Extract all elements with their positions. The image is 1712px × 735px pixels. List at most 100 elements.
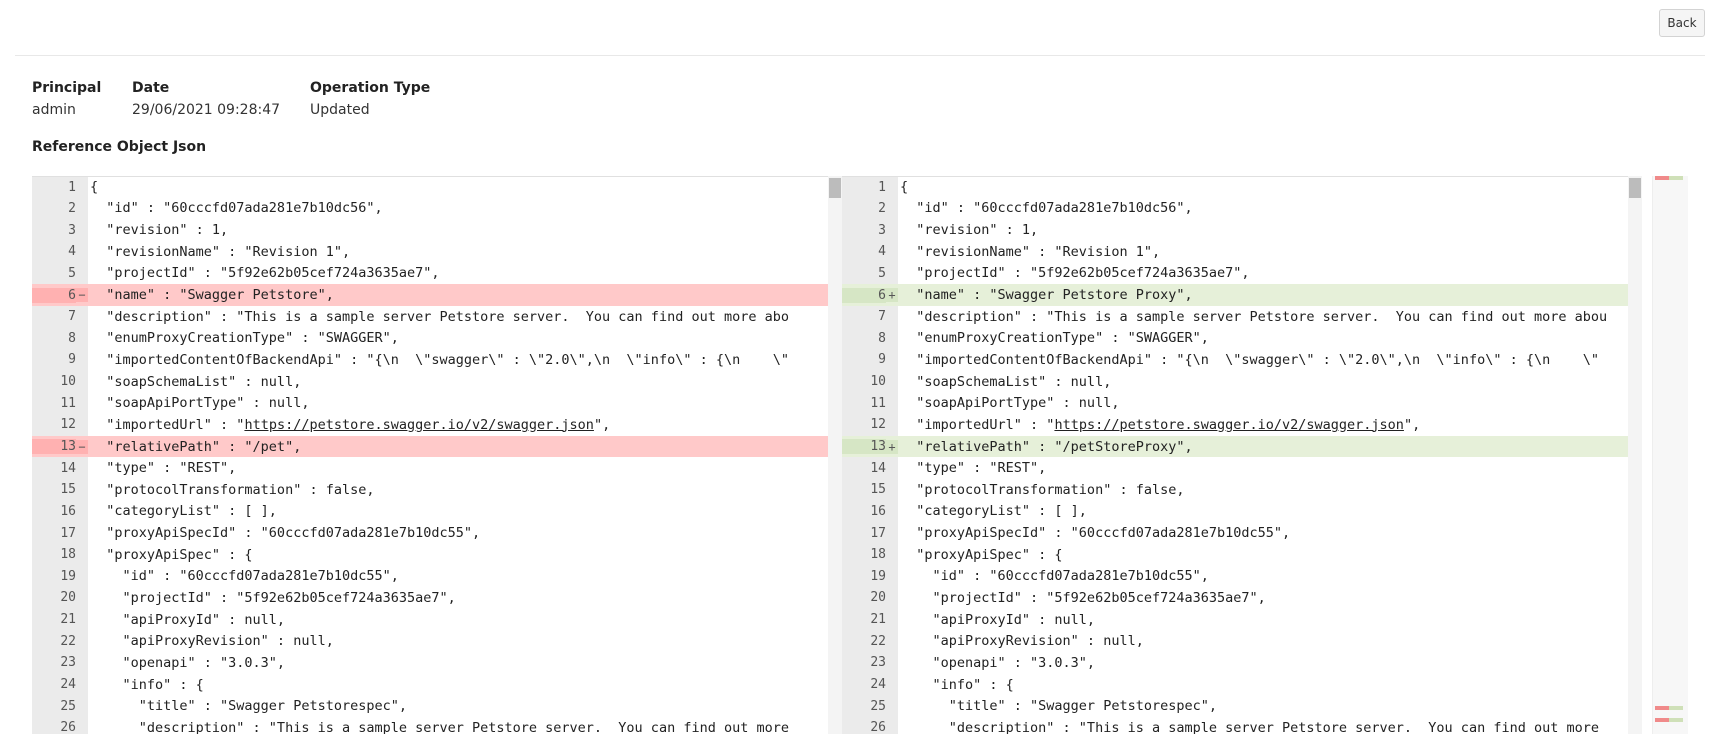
code-line: 18 "proxyApiSpec" : { — [32, 544, 842, 566]
code-line: 19 "id" : "60cccfd07ada281e7b10dc55", — [842, 566, 1642, 588]
code-text: "apiProxyId" : null, — [900, 611, 1096, 628]
line-number: 25 — [870, 698, 886, 714]
line-number: 11 — [870, 395, 886, 411]
code-lines: 1{2 "id" : "60cccfd07ada281e7b10dc56", 3 … — [32, 176, 842, 734]
code-text: "description" : "This is a sample server… — [900, 719, 1599, 734]
line-number: 14 — [870, 460, 886, 476]
line-number: 10 — [60, 374, 76, 390]
back-button[interactable]: Back — [1659, 9, 1705, 37]
code-text: { — [90, 179, 99, 196]
code-text: "proxyApiSpec" : { — [90, 546, 253, 563]
code-text: "type" : "REST", — [900, 460, 1047, 477]
date-label: Date — [132, 80, 170, 96]
code-line: 21 "apiProxyId" : null, — [32, 609, 842, 631]
line-number: 17 — [870, 525, 886, 541]
code-text: "id" : "60cccfd07ada281e7b10dc56", — [900, 200, 1193, 217]
line-number: 6 — [32, 287, 76, 303]
url-link[interactable]: https://petstore.swagger.io/v2/swagger.j… — [244, 417, 594, 433]
code-text: "revision" : 1, — [90, 222, 229, 239]
line-number: 2 — [68, 200, 76, 216]
code-line: 15 "protocolTransformation" : false, — [842, 479, 1642, 501]
line-number: 4 — [68, 244, 76, 260]
code-line: 16 "categoryList" : [ ], — [842, 501, 1642, 523]
code-line: 25 "title" : "Swagger Petstorespec", — [842, 695, 1642, 717]
line-number: 1 — [68, 179, 76, 195]
code-line: 3 "revision" : 1, — [32, 219, 842, 241]
minus-icon: − — [76, 439, 88, 454]
code-text: "enumProxyCreationType" : "SWAGGER", — [900, 330, 1209, 347]
code-text: { — [900, 179, 909, 196]
code-text: "name" : "Swagger Petstore Proxy", — [900, 287, 1193, 304]
line-number: 18 — [60, 547, 76, 563]
code-text: "categoryList" : [ ], — [90, 503, 277, 520]
line-number: 18 — [870, 547, 886, 563]
code-text: "projectId" : "5f92e62b05cef724a3635ae7"… — [90, 265, 440, 282]
line-number: 7 — [68, 309, 76, 325]
line-number: 3 — [878, 222, 886, 238]
line-number: 26 — [60, 720, 76, 734]
date-value: 29/06/2021 09:28:47 — [132, 102, 281, 118]
diff-pane-original[interactable]: 1{2 "id" : "60cccfd07ada281e7b10dc56", 3 … — [32, 176, 842, 734]
code-text: "importedUrl" : "https://petstore.swagge… — [90, 416, 611, 433]
code-line: 10 "soapSchemaList" : null, — [32, 371, 842, 393]
code-line: 18 "proxyApiSpec" : { — [842, 544, 1642, 566]
line-number: 24 — [60, 677, 76, 693]
line-number: 10 — [870, 374, 886, 390]
code-line: 21 "apiProxyId" : null, — [842, 609, 1642, 631]
overview-removed-mark — [1655, 718, 1669, 722]
code-text: "soapApiPortType" : null, — [900, 395, 1120, 412]
line-number: 19 — [60, 568, 76, 584]
code-text: "protocolTransformation" : false, — [900, 481, 1185, 498]
operation-type-column: Operation Type Updated — [310, 78, 470, 121]
operation-type-label: Operation Type — [310, 80, 431, 96]
diff-overview-ruler[interactable] — [1652, 176, 1688, 734]
line-number: 26 — [870, 720, 886, 734]
code-text: "importedContentOfBackendApi" : "{\n \"s… — [90, 351, 789, 368]
code-text: "apiProxyRevision" : null, — [90, 633, 334, 650]
code-line: 23 "openapi" : "3.0.3", — [842, 652, 1642, 674]
code-text: "importedUrl" : "https://petstore.swagge… — [900, 416, 1421, 433]
code-line: 9 "importedContentOfBackendApi" : "{\n \… — [842, 349, 1642, 371]
code-line: 16 "categoryList" : [ ], — [32, 501, 842, 523]
line-number: 24 — [870, 677, 886, 693]
scrollbar-thumb[interactable] — [1629, 178, 1641, 198]
code-line: 6 + "name" : "Swagger Petstore Proxy", — [842, 284, 1642, 306]
diff-pane-modified[interactable]: 1{2 "id" : "60cccfd07ada281e7b10dc56", 3 … — [842, 176, 1642, 734]
overview-added-mark — [1669, 718, 1683, 722]
code-text: "revision" : 1, — [900, 222, 1039, 239]
vertical-scrollbar[interactable] — [1628, 176, 1642, 734]
code-line: 22 "apiProxyRevision" : null, — [842, 630, 1642, 652]
code-text: "description" : "This is a sample server… — [90, 308, 789, 325]
code-line: 4 "revisionName" : "Revision 1", — [32, 241, 842, 263]
minus-icon: − — [76, 288, 88, 303]
line-number: 14 — [60, 460, 76, 476]
code-text: "projectId" : "5f92e62b05cef724a3635ae7"… — [900, 589, 1266, 606]
code-text: "enumProxyCreationType" : "SWAGGER", — [90, 330, 399, 347]
code-text: "openapi" : "3.0.3", — [90, 654, 286, 671]
vertical-scrollbar[interactable] — [828, 176, 842, 734]
line-number: 23 — [60, 655, 76, 671]
code-text: "projectId" : "5f92e62b05cef724a3635ae7"… — [900, 265, 1250, 282]
code-text: "apiProxyRevision" : null, — [900, 633, 1144, 650]
code-line: 12 "importedUrl" : "https://petstore.swa… — [32, 414, 842, 436]
scrollbar-thumb[interactable] — [829, 178, 841, 198]
code-text: "protocolTransformation" : false, — [90, 481, 375, 498]
line-number: 13 — [842, 439, 886, 454]
code-line: 1{ — [842, 176, 1642, 198]
code-text: "importedContentOfBackendApi" : "{\n \"s… — [900, 351, 1599, 368]
code-line: 26 "description" : "This is a sample ser… — [842, 717, 1642, 734]
code-line: 14 "type" : "REST", — [842, 457, 1642, 479]
reference-object-json-title: Reference Object Json — [32, 139, 207, 155]
url-link[interactable]: https://petstore.swagger.io/v2/swagger.j… — [1054, 417, 1404, 433]
code-text: "proxyApiSpec" : { — [900, 546, 1063, 563]
line-number: 8 — [878, 330, 886, 346]
code-text: "soapSchemaList" : null, — [90, 373, 302, 390]
code-line: 10 "soapSchemaList" : null, — [842, 371, 1642, 393]
code-line: 20 "projectId" : "5f92e62b05cef724a3635a… — [32, 587, 842, 609]
code-line: 11 "soapApiPortType" : null, — [32, 392, 842, 414]
code-text: "relativePath" : "/petStoreProxy", — [900, 438, 1193, 455]
line-number: 9 — [68, 352, 76, 368]
line-number: 13 — [32, 439, 76, 454]
principal-value: admin — [32, 102, 76, 118]
line-number: 8 — [68, 330, 76, 346]
